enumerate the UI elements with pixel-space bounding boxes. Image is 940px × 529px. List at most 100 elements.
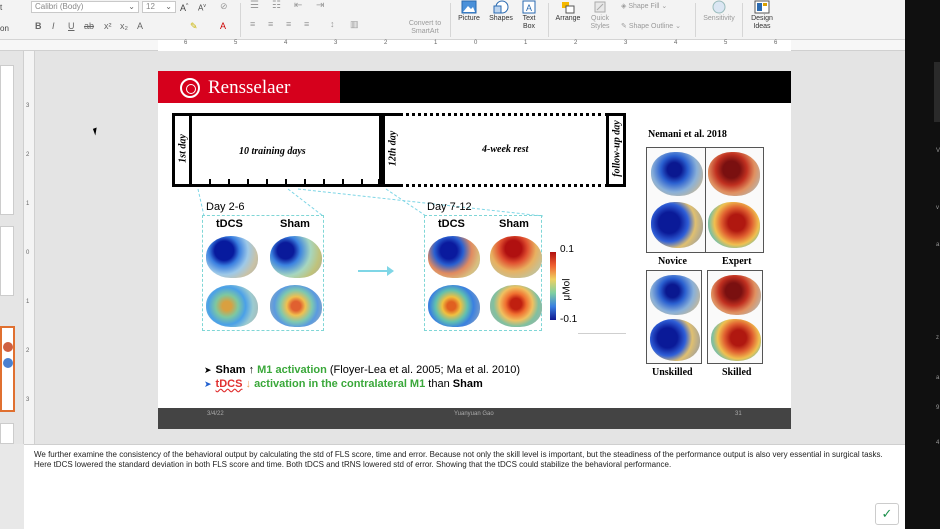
columns-icon[interactable]: ▥ [350,20,359,29]
ruler-tick: 6 [184,40,188,46]
ribbon-left-char-1: t [0,3,3,12]
footer-date: 3/4/22 [207,411,224,417]
ruler-tick: 2 [26,348,30,354]
ribbon-separator [742,3,743,37]
grow-font-button[interactable]: A^ [180,2,188,13]
bullet-arrow-icon: ➤ [204,379,212,389]
bullet1-refs: (Floyer-Lea et al. 2005; Ma et al. 2010) [329,364,521,376]
align-center-icon[interactable]: ≡ [268,20,273,29]
italic-button[interactable]: I [52,21,55,31]
ruler-tick: 1 [26,201,30,207]
bullets-icon[interactable]: ☰ [250,1,259,11]
ruler-tick: 0 [474,40,478,46]
slide-thumbnail[interactable] [0,226,14,296]
brain-map-tdcs-day7-12-bottom [428,285,480,327]
unskilled-label: Unskilled [652,367,693,378]
slide-thumbnail-panel[interactable] [0,51,24,444]
font-size-dropdown[interactable]: 12 ⌄ [142,1,176,13]
design-ideas-button[interactable]: Design Ideas [746,0,778,31]
presentation-editor: t on Calibri (Body) ⌄ 12 ⌄ A^ Av ⊘ B I U… [0,0,940,529]
up-arrow-icon: ↑ [248,364,255,376]
bullet2-activation: activation in the contralateral M1 [254,378,426,390]
bullet-tdcs: ➤ tDCS ↓ activation in the contralateral … [204,378,483,390]
nemani-title: Nemani et al. 2018 [648,129,727,140]
slide-thumbnail[interactable] [0,65,14,215]
font-name-dropdown[interactable]: Calibri (Body) ⌄ [31,1,139,13]
notes-line-2: Here tDCS lowered the standard deviation… [34,460,672,469]
brain-map-sham-day7-12-bottom [490,285,542,327]
right-dark-panel: V v a z a 9 4 [905,0,940,529]
ruler-tick: 3 [624,40,628,46]
ribbon-separator [450,3,451,37]
highlight-icon[interactable]: ✎ [190,21,198,32]
picture-icon [461,0,477,14]
brain-map-expert-bottom [708,202,760,248]
align-right-icon[interactable]: ≡ [286,20,291,29]
right-strip-char: V [936,148,940,154]
svg-text:A: A [526,3,532,13]
shapes-label: Shapes [489,15,513,22]
align-left-icon[interactable]: ≡ [250,20,255,29]
convert-smartart-button[interactable]: Convert to SmartArt [402,20,448,36]
slide-thumbnail-selected[interactable] [0,326,15,412]
colorbar-max-label: 0.1 [560,244,574,255]
font-color-icon[interactable]: A [220,21,226,31]
right-strip-char: 4 [936,440,940,446]
numbering-icon[interactable]: ☷ [272,1,281,11]
right-strip-char: 9 [936,405,940,411]
footer-author: Yuanyuan Gao [454,411,494,417]
shapes-button[interactable]: Shapes [486,0,516,23]
slide[interactable]: Rensselaer 1st day 10 training days 12th… [158,71,791,429]
bold-button[interactable]: B [35,21,42,31]
text-box-icon: A [522,0,536,14]
check-icon: ✓ [881,506,893,521]
brain-map-sham-day2-6-top [270,236,322,278]
shape-fill-button[interactable]: ◈ Shape Fill ⌄ [621,3,691,11]
notes-line-1: We further examine the consistency of th… [34,450,883,459]
colorbar-min-label: -0.1 [560,314,578,325]
text-box-button[interactable]: A Text Box [518,0,540,31]
arrange-label: Arrange [555,15,581,22]
change-case-button[interactable]: A [137,21,143,31]
ruler-tick: 2 [26,152,30,158]
ruler-tick: 3 [26,103,30,109]
brain-map-unskilled-top [650,275,700,315]
group-day-7-12-label: Day 7-12 [427,201,472,213]
horizontal-ruler: 6 5 4 3 2 1 0 1 2 3 4 5 6 [0,40,905,51]
sensitivity-icon [712,0,726,14]
footer-page-number: 31 [735,411,742,417]
ruler-tick: 5 [234,40,238,46]
ribbon-left-edge: t on [0,0,10,40]
clear-formatting-icon[interactable]: ⊘ [220,2,228,11]
checkmark-button[interactable]: ✓ [875,503,899,525]
font-name-value: Calibri (Body) [35,2,84,11]
underline-button[interactable]: U [68,21,75,31]
shape-outline-button[interactable]: ✎ Shape Outline ⌄ [621,23,691,31]
slide-footer: 3/4/22 Yuanyuan Gao 31 [158,408,791,429]
picture-button[interactable]: Picture [454,0,484,23]
arrange-button[interactable]: Arrange [553,0,583,23]
arrow-right-icon [358,266,394,276]
subscript-button[interactable]: x₂ [120,21,128,31]
justify-icon[interactable]: ≡ [304,20,309,29]
colorbar [550,252,556,320]
ruler-tick: 2 [384,40,388,46]
shrink-font-button[interactable]: Av [198,2,206,13]
right-strip-char: z [936,335,939,341]
expert-label: Expert [722,256,752,267]
right-panel-tab [934,62,940,122]
superscript-button[interactable]: x² [104,21,112,31]
quick-styles-icon [594,1,606,13]
line-spacing-icon[interactable]: ↕ [330,20,335,29]
slide-thumbnail[interactable] [0,423,14,444]
sensitivity-button[interactable]: Sensitivity [700,0,738,23]
strikethrough-button[interactable]: ab [84,21,94,31]
decrease-indent-icon[interactable]: ⇤ [294,1,302,11]
bullet-arrow-icon: ➤ [204,365,212,375]
increase-indent-icon[interactable]: ⇥ [316,1,324,11]
brain-map-novice-top [651,152,703,196]
quick-styles-button[interactable]: Quick Styles [586,0,614,31]
speaker-notes-pane[interactable]: We further examine the consistency of th… [24,444,905,529]
right-strip-char: a [936,242,940,248]
ruler-tick: 1 [434,40,438,46]
